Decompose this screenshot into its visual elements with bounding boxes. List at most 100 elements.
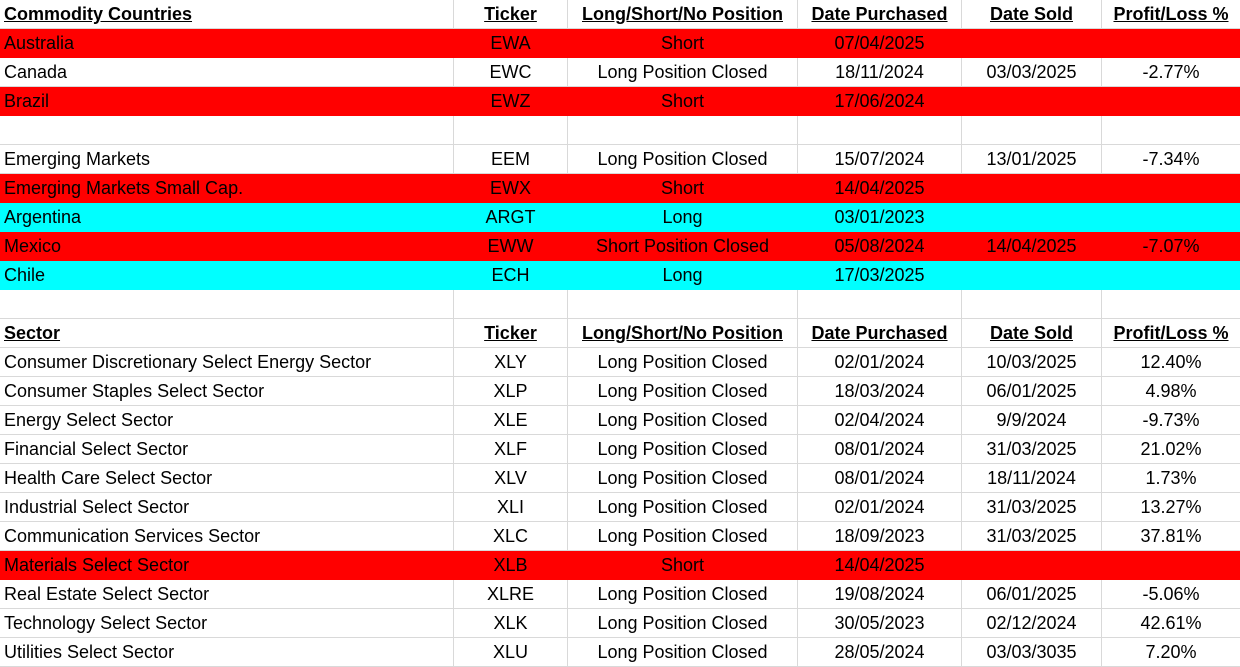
cell-position[interactable]: Long Position Closed (568, 435, 798, 464)
cell-date-sold[interactable] (962, 87, 1102, 116)
cell-name[interactable]: Materials Select Sector (0, 551, 454, 580)
header-position[interactable]: Long/Short/No Position (568, 319, 798, 348)
cell-date-sold[interactable]: 31/03/2025 (962, 493, 1102, 522)
cell-date-sold[interactable]: 18/11/2024 (962, 464, 1102, 493)
cell-position[interactable]: Long Position Closed (568, 464, 798, 493)
cell-ticker[interactable]: EWW (454, 232, 568, 261)
cell-date-sold[interactable] (962, 174, 1102, 203)
cell-profit-loss[interactable]: 1.73% (1102, 464, 1240, 493)
cell-ticker[interactable]: XLRE (454, 580, 568, 609)
empty-cell[interactable] (454, 290, 568, 319)
cell-date-sold[interactable]: 06/01/2025 (962, 377, 1102, 406)
cell-name[interactable]: Real Estate Select Sector (0, 580, 454, 609)
cell-date-purchased[interactable]: 08/01/2024 (798, 464, 962, 493)
cell-ticker[interactable]: XLE (454, 406, 568, 435)
cell-name[interactable]: Technology Select Sector (0, 609, 454, 638)
empty-cell[interactable] (0, 116, 454, 145)
cell-position[interactable]: Long Position Closed (568, 522, 798, 551)
cell-ticker[interactable]: EEM (454, 145, 568, 174)
cell-date-purchased[interactable]: 17/03/2025 (798, 261, 962, 290)
cell-name[interactable]: Emerging Markets (0, 145, 454, 174)
cell-profit-loss[interactable]: 37.81% (1102, 522, 1240, 551)
cell-profit-loss[interactable]: 42.61% (1102, 609, 1240, 638)
cell-name[interactable]: Health Care Select Sector (0, 464, 454, 493)
cell-date-sold[interactable] (962, 551, 1102, 580)
cell-ticker[interactable]: XLI (454, 493, 568, 522)
cell-profit-loss[interactable] (1102, 29, 1240, 58)
cell-position[interactable]: Long (568, 203, 798, 232)
cell-position[interactable]: Long (568, 261, 798, 290)
cell-ticker[interactable]: EWA (454, 29, 568, 58)
cell-position[interactable]: Long Position Closed (568, 493, 798, 522)
cell-ticker[interactable]: EWZ (454, 87, 568, 116)
cell-date-purchased[interactable]: 03/01/2023 (798, 203, 962, 232)
cell-name[interactable]: Utilities Select Sector (0, 638, 454, 667)
cell-profit-loss[interactable]: -7.07% (1102, 232, 1240, 261)
cell-profit-loss[interactable]: 21.02% (1102, 435, 1240, 464)
cell-position[interactable]: Short Position Closed (568, 232, 798, 261)
cell-name[interactable]: Argentina (0, 203, 454, 232)
cell-position[interactable]: Long Position Closed (568, 609, 798, 638)
cell-date-sold[interactable] (962, 29, 1102, 58)
header-name[interactable]: Sector (0, 319, 454, 348)
empty-cell[interactable] (568, 116, 798, 145)
cell-profit-loss[interactable]: -7.34% (1102, 145, 1240, 174)
header-ticker[interactable]: Ticker (454, 0, 568, 29)
cell-date-purchased[interactable]: 18/09/2023 (798, 522, 962, 551)
cell-date-purchased[interactable]: 18/03/2024 (798, 377, 962, 406)
cell-date-sold[interactable]: 13/01/2025 (962, 145, 1102, 174)
cell-name[interactable]: Industrial Select Sector (0, 493, 454, 522)
cell-name[interactable]: Emerging Markets Small Cap. (0, 174, 454, 203)
cell-date-sold[interactable]: 10/03/2025 (962, 348, 1102, 377)
cell-date-purchased[interactable]: 15/07/2024 (798, 145, 962, 174)
cell-date-sold[interactable]: 31/03/2025 (962, 435, 1102, 464)
cell-date-purchased[interactable]: 14/04/2025 (798, 551, 962, 580)
cell-name[interactable]: Financial Select Sector (0, 435, 454, 464)
cell-ticker[interactable]: EWX (454, 174, 568, 203)
cell-ticker[interactable]: XLY (454, 348, 568, 377)
cell-date-sold[interactable] (962, 261, 1102, 290)
cell-profit-loss[interactable] (1102, 174, 1240, 203)
cell-date-purchased[interactable]: 02/04/2024 (798, 406, 962, 435)
cell-date-sold[interactable]: 31/03/2025 (962, 522, 1102, 551)
cell-date-purchased[interactable]: 08/01/2024 (798, 435, 962, 464)
cell-date-purchased[interactable]: 18/11/2024 (798, 58, 962, 87)
cell-position[interactable]: Long Position Closed (568, 580, 798, 609)
cell-position[interactable]: Long Position Closed (568, 58, 798, 87)
cell-ticker[interactable]: ECH (454, 261, 568, 290)
cell-position[interactable]: Long Position Closed (568, 348, 798, 377)
cell-position[interactable]: Long Position Closed (568, 638, 798, 667)
cell-name[interactable]: Australia (0, 29, 454, 58)
cell-position[interactable]: Long Position Closed (568, 406, 798, 435)
cell-date-sold[interactable]: 06/01/2025 (962, 580, 1102, 609)
cell-position[interactable]: Long Position Closed (568, 145, 798, 174)
cell-name[interactable]: Canada (0, 58, 454, 87)
cell-ticker[interactable]: XLF (454, 435, 568, 464)
cell-ticker[interactable]: XLB (454, 551, 568, 580)
cell-profit-loss[interactable]: 4.98% (1102, 377, 1240, 406)
header-name[interactable]: Commodity Countries (0, 0, 454, 29)
cell-profit-loss[interactable] (1102, 261, 1240, 290)
header-date-sold[interactable]: Date Sold (962, 319, 1102, 348)
empty-cell[interactable] (962, 290, 1102, 319)
cell-profit-loss[interactable]: -5.06% (1102, 580, 1240, 609)
cell-date-sold[interactable]: 9/9/2024 (962, 406, 1102, 435)
cell-date-sold[interactable]: 02/12/2024 (962, 609, 1102, 638)
cell-date-purchased[interactable]: 14/04/2025 (798, 174, 962, 203)
cell-name[interactable]: Energy Select Sector (0, 406, 454, 435)
cell-date-sold[interactable]: 14/04/2025 (962, 232, 1102, 261)
cell-date-purchased[interactable]: 28/05/2024 (798, 638, 962, 667)
header-ticker[interactable]: Ticker (454, 319, 568, 348)
cell-profit-loss[interactable] (1102, 87, 1240, 116)
cell-date-purchased[interactable]: 02/01/2024 (798, 348, 962, 377)
cell-profit-loss[interactable]: 7.20% (1102, 638, 1240, 667)
cell-date-purchased[interactable]: 19/08/2024 (798, 580, 962, 609)
empty-cell[interactable] (568, 290, 798, 319)
cell-date-purchased[interactable]: 07/04/2025 (798, 29, 962, 58)
header-date-purchased[interactable]: Date Purchased (798, 319, 962, 348)
cell-profit-loss[interactable]: 13.27% (1102, 493, 1240, 522)
cell-date-purchased[interactable]: 17/06/2024 (798, 87, 962, 116)
cell-name[interactable]: Chile (0, 261, 454, 290)
header-date-purchased[interactable]: Date Purchased (798, 0, 962, 29)
empty-cell[interactable] (454, 116, 568, 145)
